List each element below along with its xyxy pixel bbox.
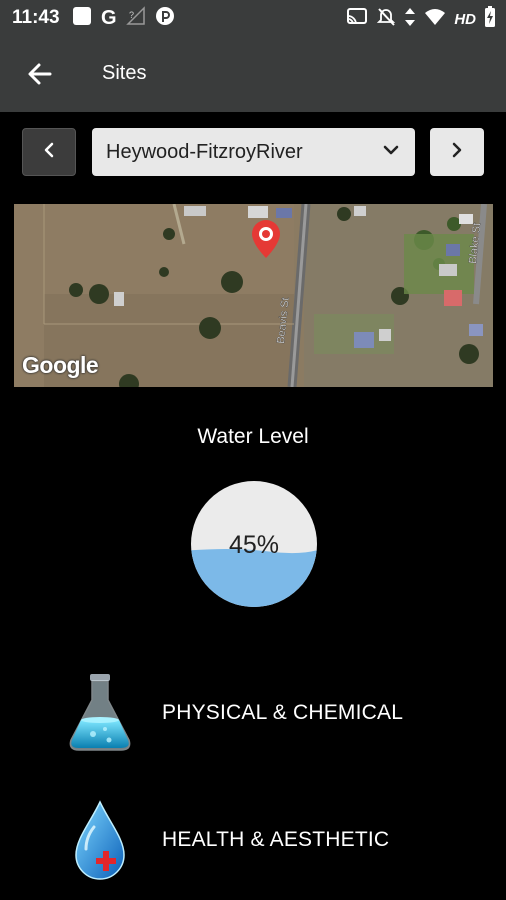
next-site-button[interactable] <box>430 128 484 176</box>
square-notification-icon <box>72 6 92 31</box>
data-arrows-icon <box>404 7 416 32</box>
status-bar: 11:43 G ? HD <box>0 0 506 36</box>
physical-chemical-label: PHYSICAL & CHEMICAL <box>162 701 404 724</box>
google-attribution: Google <box>22 352 99 378</box>
cast-icon <box>346 8 368 31</box>
wifi-icon <box>424 8 446 31</box>
google-icon: G <box>101 7 117 29</box>
battery-icon <box>484 6 496 33</box>
arrow-left-icon[interactable] <box>24 58 56 90</box>
health-aesthetic-label: HEALTH & AESTHETIC <box>162 828 390 851</box>
water-level-label: Water Level <box>197 425 309 448</box>
site-map[interactable]: Beavis St Blake St Google <box>14 204 493 387</box>
flask-icon <box>60 668 140 758</box>
status-time: 11:43 <box>12 7 60 28</box>
pocket-casts-icon <box>155 6 175 31</box>
site-dropdown-value: Heywood-FitzroyRiver <box>106 140 303 163</box>
site-dropdown[interactable]: Heywood-FitzroyRiver <box>92 128 415 176</box>
svg-text:?: ? <box>129 10 134 20</box>
water-level-gauge: 45% <box>191 481 317 607</box>
chevron-right-icon <box>448 141 466 164</box>
hd-label: HD <box>454 11 476 28</box>
app-toolbar: Sites <box>0 36 506 112</box>
page-title: Sites <box>102 62 147 84</box>
signal-icon: ? <box>125 6 146 31</box>
chevron-down-icon <box>381 140 401 165</box>
mute-icon <box>376 7 396 32</box>
health-aesthetic-button[interactable]: HEALTH & AESTHETIC <box>60 795 460 885</box>
previous-site-button[interactable] <box>22 128 76 176</box>
water-level-value: 45% <box>229 531 279 559</box>
water-drop-medical-icon <box>60 795 140 885</box>
chevron-left-icon <box>40 141 58 164</box>
physical-chemical-button[interactable]: PHYSICAL & CHEMICAL <box>60 668 460 758</box>
